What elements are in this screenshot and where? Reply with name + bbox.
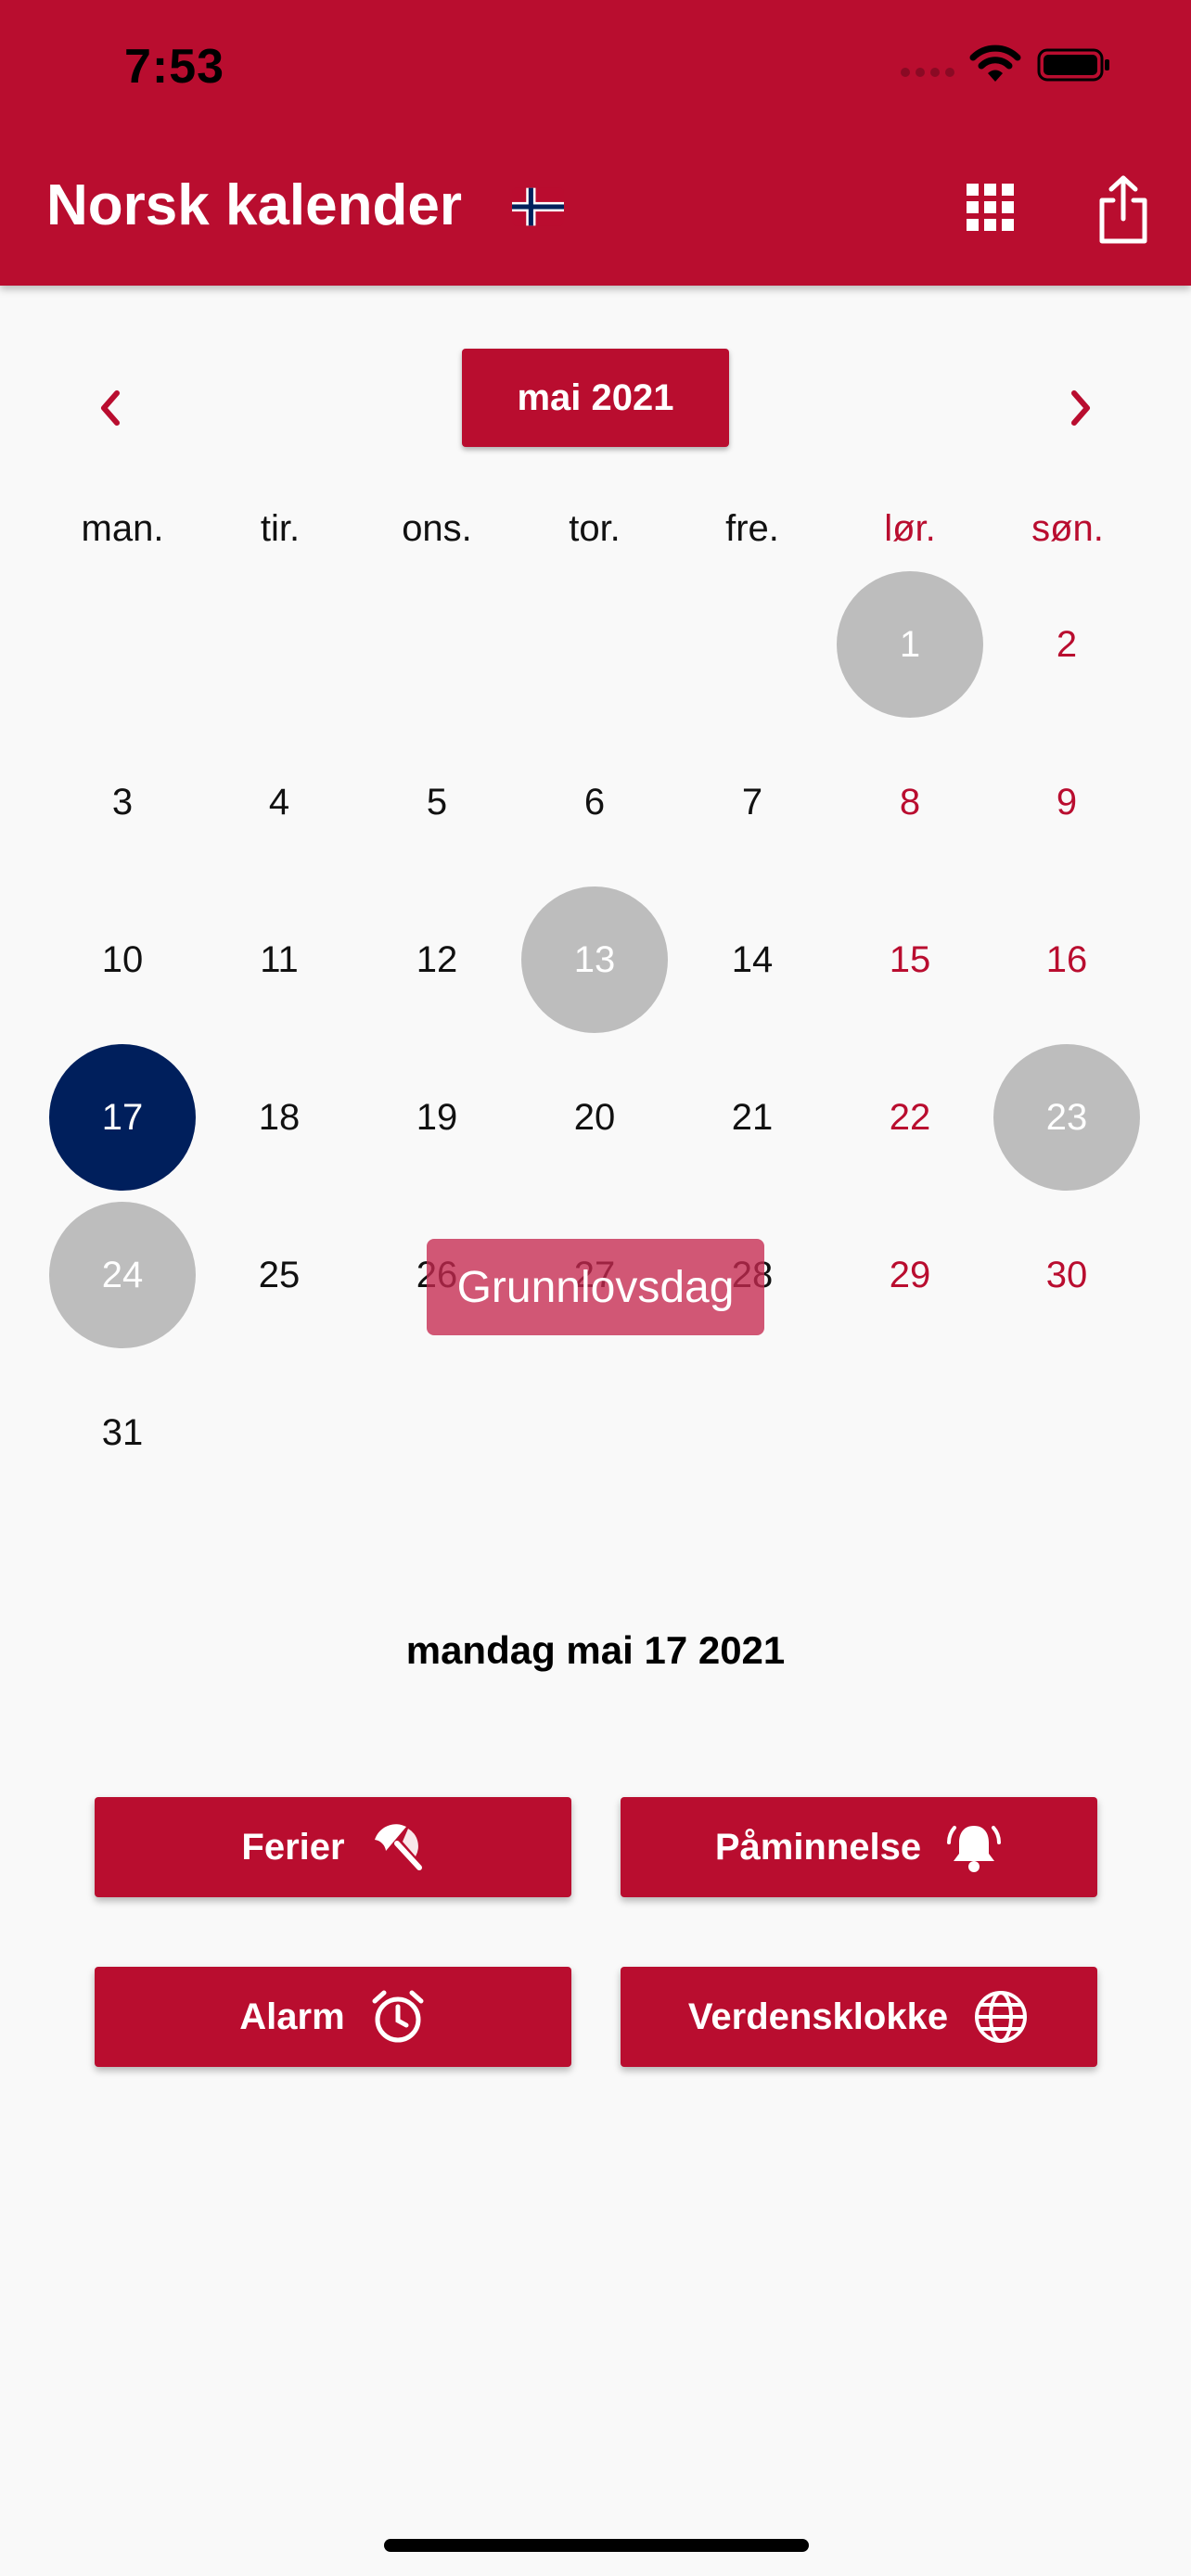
calendar-day[interactable]: 18 xyxy=(206,1044,352,1191)
reminder-button-label: Påminnelse xyxy=(714,1826,922,1868)
calendar-day[interactable]: 16 xyxy=(993,886,1140,1033)
previous-month-button[interactable] xyxy=(83,380,139,436)
calendar-day[interactable]: 22 xyxy=(837,1044,983,1191)
beach-umbrella-icon xyxy=(369,1819,425,1875)
calendar-day[interactable]: 2 xyxy=(993,571,1140,718)
calendar-day-holiday[interactable]: 1 xyxy=(837,571,983,718)
alarm-button-label: Alarm xyxy=(239,1996,345,2037)
calendar-day-holiday[interactable]: 23 xyxy=(993,1044,1140,1191)
app-header: 7:53 Norsk kalender xyxy=(0,0,1191,286)
weekday-header: fre. xyxy=(725,508,779,549)
bell-ring-icon xyxy=(945,1818,1003,1876)
reminder-button[interactable]: Påminnelse xyxy=(621,1797,1097,1897)
app-title: Norsk kalender xyxy=(46,173,462,237)
holidays-button[interactable]: Ferier xyxy=(95,1797,571,1897)
holiday-tooltip: Grunnlovsdag xyxy=(427,1239,764,1335)
calendar-day-selected[interactable]: 17 xyxy=(49,1044,196,1191)
grid-menu-icon[interactable] xyxy=(965,182,1017,238)
weekday-header: tir. xyxy=(260,508,301,549)
selected-date-label: mandag mai 17 2021 xyxy=(405,1628,786,1672)
next-month-button[interactable] xyxy=(1052,380,1108,436)
calendar-day[interactable]: 20 xyxy=(521,1044,668,1191)
weekday-header: søn. xyxy=(1031,508,1104,549)
calendar-day[interactable]: 4 xyxy=(206,729,352,875)
world-clock-button[interactable]: Verdensklokke xyxy=(621,1967,1097,2067)
calendar-day[interactable]: 12 xyxy=(364,886,510,1033)
calendar-day[interactable]: 14 xyxy=(679,886,826,1033)
weekday-header: man. xyxy=(81,508,164,549)
calendar-day[interactable]: 7 xyxy=(679,729,826,875)
calendar-day-holiday[interactable]: 24 xyxy=(49,1202,196,1348)
calendar-day[interactable]: 19 xyxy=(364,1044,510,1191)
calendar-day-holiday[interactable]: 13 xyxy=(521,886,668,1033)
calendar-day[interactable]: 10 xyxy=(49,886,196,1033)
calendar-day[interactable]: 11 xyxy=(206,886,352,1033)
calendar-day[interactable]: 31 xyxy=(49,1359,196,1506)
share-icon[interactable] xyxy=(1095,174,1152,249)
calendar-day[interactable]: 8 xyxy=(837,729,983,875)
holidays-button-label: Ferier xyxy=(241,1826,345,1868)
cellular-signal-icon xyxy=(900,65,957,84)
weekday-header: tor. xyxy=(569,508,621,549)
world-clock-button-label: Verdensklokke xyxy=(687,1996,949,2037)
home-indicator[interactable] xyxy=(384,2539,809,2552)
calendar-day[interactable]: 15 xyxy=(837,886,983,1033)
calendar-day[interactable]: 5 xyxy=(364,729,510,875)
calendar-day[interactable]: 9 xyxy=(993,729,1140,875)
calendar-day[interactable]: 3 xyxy=(49,729,196,875)
calendar-day[interactable]: 29 xyxy=(837,1202,983,1348)
calendar-day[interactable]: 25 xyxy=(206,1202,352,1348)
wifi-icon xyxy=(969,45,1021,88)
calendar-day[interactable]: 30 xyxy=(993,1202,1140,1348)
weekday-header: ons. xyxy=(402,508,472,549)
month-selector-button[interactable]: mai 2021 xyxy=(462,349,729,447)
battery-icon xyxy=(1037,46,1111,88)
norway-flag-icon xyxy=(512,187,564,231)
alarm-button[interactable]: Alarm xyxy=(95,1967,571,2067)
globe-icon xyxy=(972,1988,1030,2046)
calendar-day[interactable]: 21 xyxy=(679,1044,826,1191)
weekday-header: lør. xyxy=(884,508,936,549)
alarm-clock-icon xyxy=(369,1988,427,2046)
status-time: 7:53 xyxy=(124,40,225,94)
calendar-day[interactable]: 6 xyxy=(521,729,668,875)
